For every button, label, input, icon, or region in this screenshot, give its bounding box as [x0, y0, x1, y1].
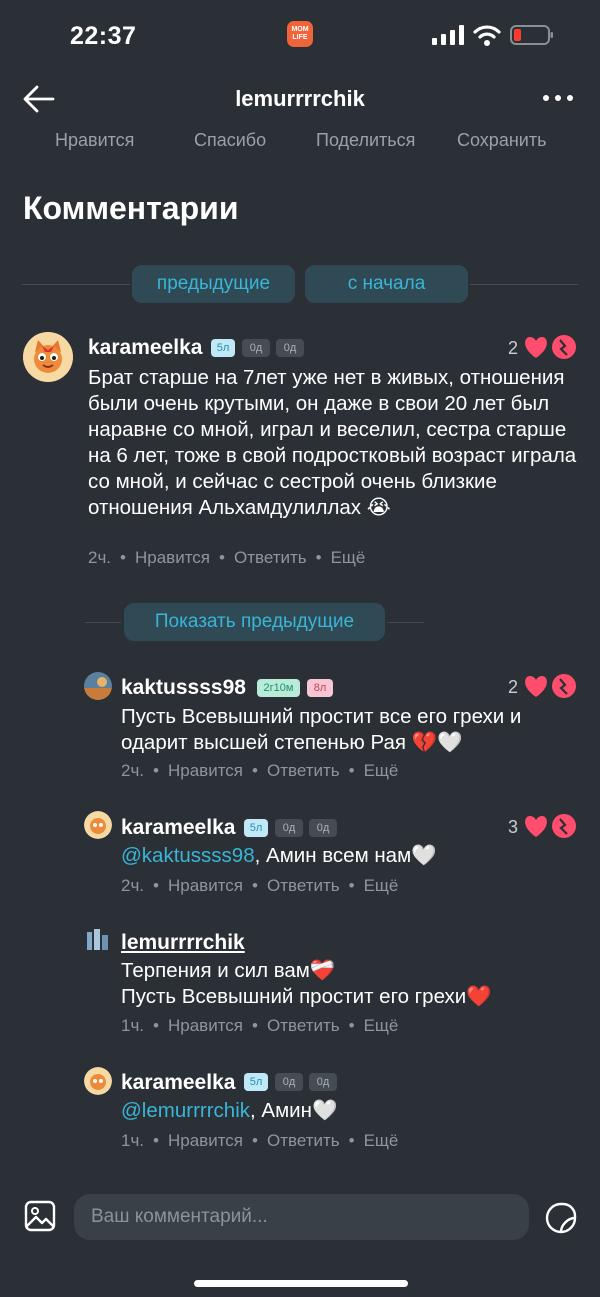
share-action[interactable]: Поделиться	[316, 130, 415, 151]
divider	[388, 622, 424, 623]
comment-meta: 2ч. • Нравится • Ответить • Ещё	[88, 548, 366, 568]
mention-link[interactable]: @lemurrrrchik	[121, 1099, 250, 1122]
comment-username[interactable]: karameelka	[121, 1071, 235, 1095]
top-navigation: lemurrrrchik	[0, 76, 600, 122]
cat-avatar-icon	[84, 811, 112, 839]
more-link[interactable]: Ещё	[331, 548, 366, 568]
status-time: 22:37	[70, 22, 137, 50]
comment-composer: Ваш комментарий...	[0, 1178, 600, 1297]
image-attach-icon[interactable]	[24, 1200, 56, 1232]
more-link[interactable]: Ещё	[364, 761, 399, 781]
divider	[85, 622, 121, 623]
city-avatar-icon	[84, 926, 112, 954]
cat-avatar-icon	[23, 332, 73, 382]
comment-text: @lemurrrrchik, Амин🤍	[121, 1099, 338, 1122]
divider	[470, 284, 578, 285]
reply-link[interactable]: Ответить	[267, 876, 340, 896]
user-badge: 0д	[275, 819, 303, 837]
broken-heart-icon[interactable]	[551, 334, 577, 360]
user-badge: 5л	[211, 339, 235, 357]
divider	[22, 284, 130, 285]
more-options-icon[interactable]	[540, 84, 576, 112]
from-start-button[interactable]: с начала	[305, 265, 468, 303]
cellular-signal-icon	[432, 25, 464, 45]
avatar[interactable]	[84, 1067, 112, 1095]
comments-heading: Комментарии	[23, 190, 239, 226]
home-indicator	[194, 1280, 408, 1287]
more-link[interactable]: Ещё	[364, 876, 399, 896]
user-badge: 0д	[309, 1073, 337, 1091]
more-link[interactable]: Ещё	[364, 1016, 399, 1036]
like-action[interactable]: Нравится	[55, 130, 134, 151]
comment-input[interactable]: Ваш комментарий...	[74, 1194, 529, 1240]
user-badge: 5л	[244, 819, 268, 837]
like-link[interactable]: Нравится	[168, 876, 243, 896]
sticker-icon[interactable]	[544, 1201, 578, 1235]
more-link[interactable]: Ещё	[364, 1131, 399, 1151]
reply-link[interactable]: Ответить	[234, 548, 307, 568]
user-badge: 0д	[309, 819, 337, 837]
mention-link[interactable]: @kaktussss98	[121, 844, 255, 867]
page-title: lemurrrrchik	[235, 86, 365, 111]
comment-meta: 1ч. • Нравится • Ответить • Ещё	[121, 1131, 399, 1151]
user-badge: 0д	[276, 339, 304, 357]
wifi-icon	[473, 25, 501, 46]
user-badge: 0д	[275, 1073, 303, 1091]
comment-username[interactable]: karameelka	[121, 816, 235, 840]
comment-username[interactable]: lemurrrrchik	[121, 931, 245, 955]
reply-link[interactable]: Ответить	[267, 1131, 340, 1151]
comment-time: 1ч.	[121, 1016, 145, 1035]
user-badge: 5л	[244, 1073, 268, 1091]
comment-time: 2ч.	[88, 548, 112, 567]
user-badge: 0д	[242, 339, 270, 357]
comment-username[interactable]: karameelka	[88, 336, 202, 360]
like-link[interactable]: Нравится	[168, 761, 243, 781]
avatar[interactable]	[84, 672, 112, 700]
comment-meta: 2ч. • Нравится • Ответить • Ещё	[121, 761, 399, 781]
comment-text: @kaktussss98, Амин всем нам🤍	[121, 844, 437, 867]
battery-icon	[510, 25, 553, 45]
thanks-action[interactable]: Спасибо	[194, 130, 266, 151]
comment-username[interactable]: kaktussss98	[121, 676, 246, 700]
save-action[interactable]: Сохранить	[457, 130, 546, 151]
comment-text: Брат старше на 7лет уже нет в живых, отн…	[88, 366, 577, 519]
show-previous-button[interactable]: Показать предыдущие	[124, 603, 385, 641]
user-badge: 2г10м	[257, 679, 300, 697]
previous-button[interactable]: предыдущие	[132, 265, 295, 303]
comment-time: 1ч.	[121, 1131, 145, 1150]
comment-meta: 1ч. • Нравится • Ответить • Ещё	[121, 1016, 399, 1036]
broken-heart-icon[interactable]	[551, 813, 577, 839]
heart-icon[interactable]	[523, 814, 549, 838]
reply-link[interactable]: Ответить	[267, 1016, 340, 1036]
comment-time: 2ч.	[121, 761, 145, 780]
like-link[interactable]: Нравится	[168, 1016, 243, 1036]
heart-icon[interactable]	[523, 335, 549, 359]
like-link[interactable]: Нравится	[135, 548, 210, 568]
landscape-avatar-icon	[84, 672, 112, 700]
app-badge-icon: MOM LIFE	[287, 21, 313, 47]
post-actions: Нравится Спасибо Поделиться Сохранить	[0, 128, 600, 154]
comments-pager: предыдущие с начала	[0, 265, 600, 303]
user-badge: 8л	[307, 679, 333, 697]
broken-heart-icon[interactable]	[551, 673, 577, 699]
comment-time: 2ч.	[121, 876, 145, 895]
comment-meta: 2ч. • Нравится • Ответить • Ещё	[121, 876, 399, 896]
cat-avatar-icon	[84, 1067, 112, 1095]
avatar[interactable]	[23, 332, 73, 382]
like-link[interactable]: Нравится	[168, 1131, 243, 1151]
heart-icon[interactable]	[523, 674, 549, 698]
comment-text: Терпения и сил вам❤️‍🩹 Пусть Всевышний п…	[121, 959, 492, 1008]
avatar[interactable]	[84, 926, 112, 954]
avatar[interactable]	[84, 811, 112, 839]
like-count: 3	[508, 817, 519, 837]
status-bar: 22:37 MOM LIFE	[0, 0, 600, 70]
like-count: 2	[508, 338, 519, 358]
like-count: 2	[508, 677, 519, 697]
comment-text: Пусть Всевышний простит все его грехи и …	[121, 705, 522, 754]
reply-link[interactable]: Ответить	[267, 761, 340, 781]
